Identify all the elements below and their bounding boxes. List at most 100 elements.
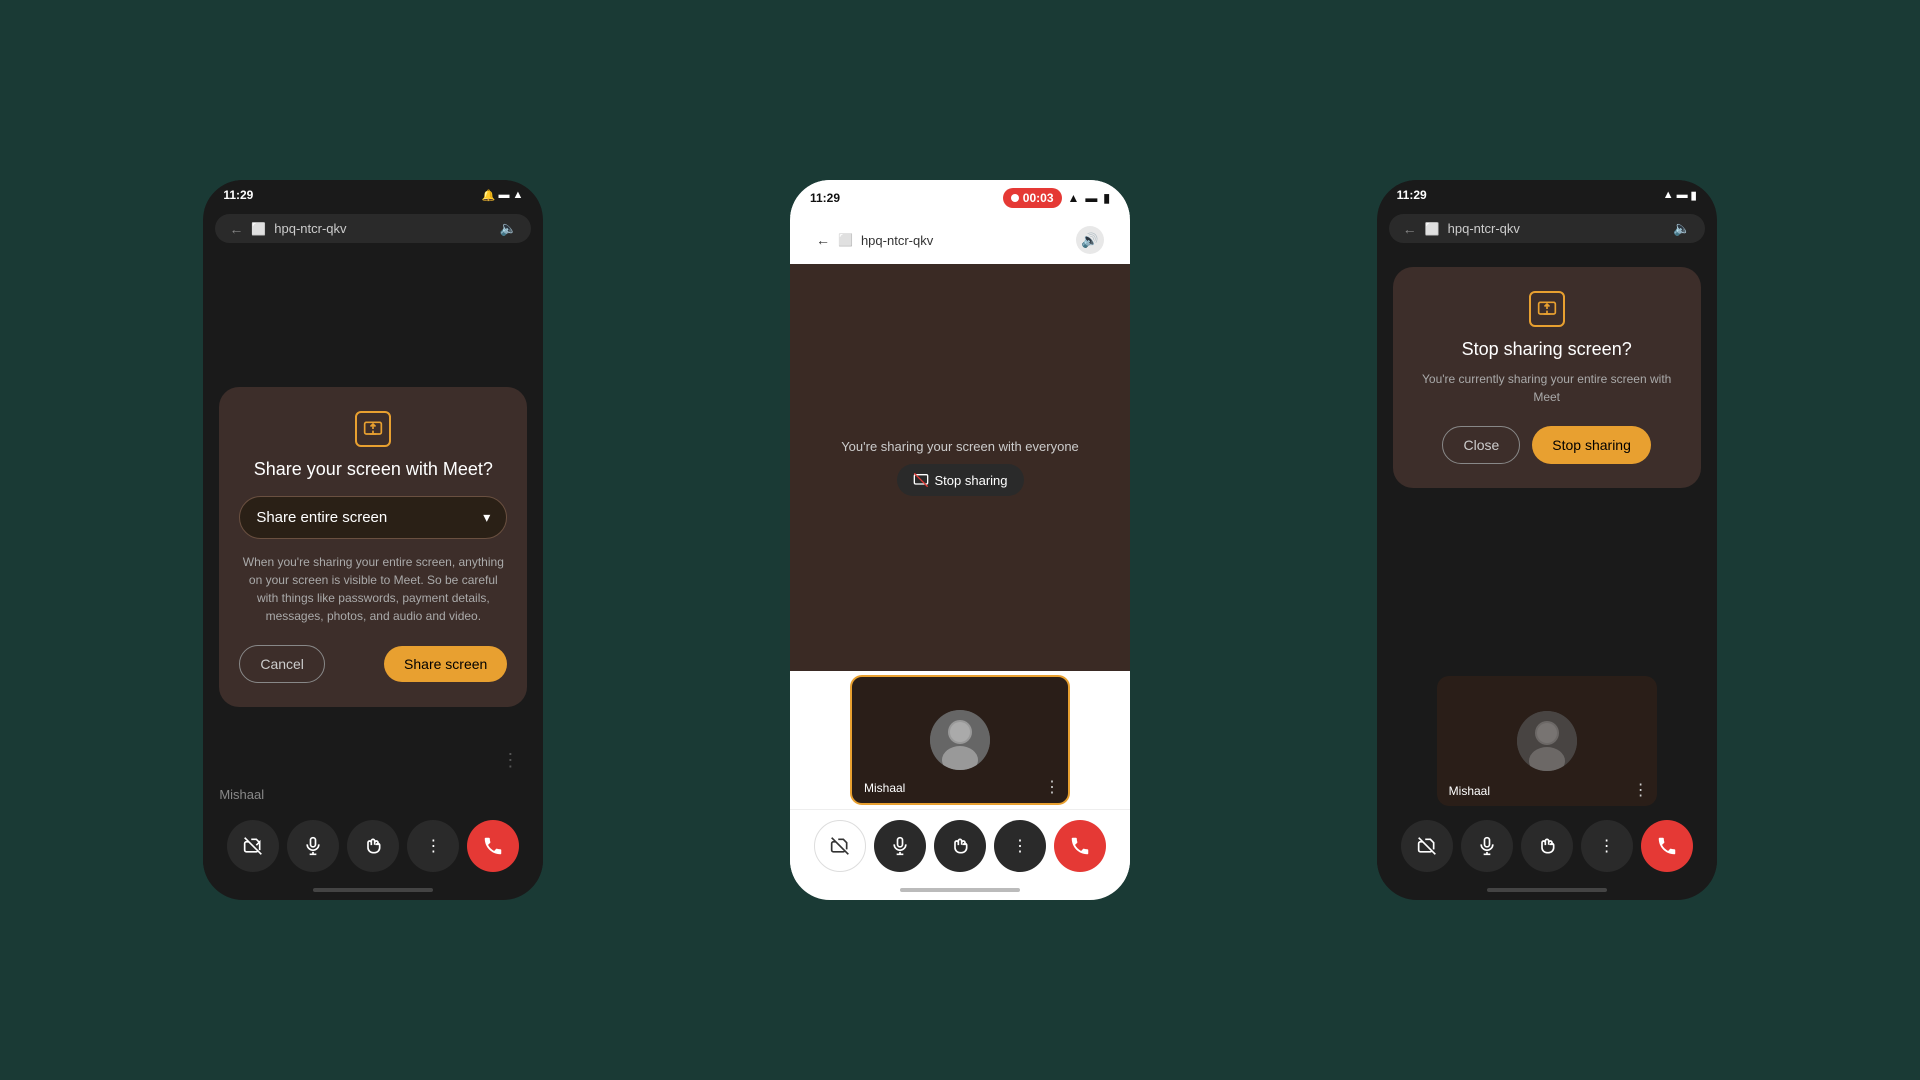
time-2: 11:29 bbox=[810, 191, 840, 205]
battery-icon-3: ▮ bbox=[1691, 189, 1697, 202]
end-call-button-2[interactable] bbox=[1054, 820, 1106, 872]
sharing-text: You're sharing your screen with everyone bbox=[841, 439, 1079, 454]
three-dots-icon-1[interactable]: ⋮ bbox=[493, 746, 527, 775]
share-dialog: Share your screen with Meet? Share entir… bbox=[219, 387, 527, 707]
url-3: hpq-ntcr-qkv bbox=[1448, 221, 1666, 236]
battery-icon-2: ▮ bbox=[1103, 191, 1110, 205]
status-bar-1: 11:29 🔔 ▬ ▲ bbox=[203, 180, 543, 210]
participant-more-3[interactable]: ⋮ bbox=[1633, 780, 1649, 800]
recording-time: 00:03 bbox=[1023, 191, 1054, 205]
time-1: 11:29 bbox=[223, 188, 253, 202]
participant-tile-2: Mishaal ⋮ bbox=[850, 675, 1070, 805]
bottom-controls-3: ⋮ bbox=[1377, 810, 1717, 882]
phone1: 11:29 🔔 ▬ ▲ ← ⬜ hpq-ntcr-qkv 🔈 bbox=[203, 180, 543, 900]
phone3-content: Stop sharing screen? You're currently sh… bbox=[1377, 247, 1717, 810]
status-bar-3: 11:29 ▲ ▬ ▮ bbox=[1377, 180, 1717, 210]
phone1-bg: Share your screen with Meet? Share entir… bbox=[203, 247, 543, 742]
phone2: 11:29 00:03 ▲ ▬ ▮ ← ⬜ hpq-ntcr-qkv 🔊 bbox=[790, 180, 1130, 900]
sound-icon-3[interactable]: 🔈 bbox=[1673, 220, 1690, 237]
sound-icon-2: 🔊 bbox=[1081, 232, 1098, 249]
stop-dialog-buttons: Close Stop sharing bbox=[1413, 426, 1681, 464]
share-screen-icon bbox=[355, 411, 391, 447]
phone1-wrapper: 11:29 🔔 ▬ ▲ ← ⬜ hpq-ntcr-qkv 🔈 bbox=[80, 180, 667, 900]
phone3-wrapper: 11:29 ▲ ▬ ▮ ← ⬜ hpq-ntcr-qkv 🔈 bbox=[1253, 180, 1840, 900]
end-call-button-1[interactable] bbox=[467, 820, 519, 872]
sound-icon-1[interactable]: 🔈 bbox=[500, 220, 517, 237]
camera-off-button-3[interactable] bbox=[1401, 820, 1453, 872]
bottom-controls-1: ⋮ bbox=[203, 810, 543, 882]
sound-btn-2[interactable]: 🔊 bbox=[1076, 226, 1104, 254]
share-icon-wrapper bbox=[239, 411, 507, 447]
more-button-3[interactable]: ⋮ bbox=[1581, 820, 1633, 872]
wifi-icon: ▲ bbox=[512, 189, 523, 201]
camera-off-button-1[interactable] bbox=[227, 820, 279, 872]
participant-name-2: Mishaal bbox=[864, 781, 905, 795]
home-indicator-1 bbox=[313, 888, 433, 892]
home-indicator-3 bbox=[1487, 888, 1607, 892]
phone3: 11:29 ▲ ▬ ▮ ← ⬜ hpq-ntcr-qkv 🔈 bbox=[1377, 180, 1717, 900]
signal-icon-3: ▬ bbox=[1677, 189, 1688, 201]
close-button[interactable]: Close bbox=[1442, 426, 1520, 464]
share-warning-text: When you're sharing your entire screen, … bbox=[239, 553, 507, 625]
dropdown-arrow-icon: ▾ bbox=[483, 509, 490, 526]
stop-sharing-label: Stop sharing bbox=[935, 473, 1008, 488]
participant-tile-3: Mishaal ⋮ bbox=[1437, 676, 1657, 806]
time-3: 11:29 bbox=[1397, 188, 1427, 202]
avatar-2 bbox=[930, 710, 990, 770]
back-arrow-1[interactable]: ← bbox=[229, 221, 243, 237]
status-icons-3: ▲ ▬ ▮ bbox=[1663, 189, 1697, 202]
share-dialog-title: Share your screen with Meet? bbox=[239, 459, 507, 480]
stop-sharing-dialog: Stop sharing screen? You're currently sh… bbox=[1393, 267, 1701, 488]
tab-icon-1: ⬜ bbox=[251, 222, 266, 236]
notification-icon: 🔔 bbox=[482, 189, 496, 202]
rec-dot bbox=[1011, 194, 1019, 202]
battery-icon: ▬ bbox=[498, 189, 509, 201]
phone3-lower: Mishaal ⋮ bbox=[1377, 498, 1717, 810]
tab-icon-2: ⬜ bbox=[838, 233, 853, 247]
share-dropdown-value: Share entire screen bbox=[256, 509, 387, 526]
stop-share-icon bbox=[1529, 291, 1565, 327]
more-button-1[interactable]: ⋮ bbox=[407, 820, 459, 872]
participant-name-1: Mishaal bbox=[203, 779, 543, 810]
stop-icon-wrapper bbox=[1413, 291, 1681, 327]
phone1-content: Share your screen with Meet? Share entir… bbox=[203, 247, 543, 742]
stop-dialog-desc: You're currently sharing your entire scr… bbox=[1413, 370, 1681, 406]
mic-button-1[interactable] bbox=[287, 820, 339, 872]
stop-share-button[interactable]: Stop sharing bbox=[1532, 426, 1651, 464]
status-right-2: 00:03 ▲ ▬ ▮ bbox=[1003, 188, 1110, 208]
share-screen-button[interactable]: Share screen bbox=[384, 646, 507, 682]
wifi-icon-2: ▲ bbox=[1068, 191, 1080, 205]
back-arrow-2[interactable]: ← bbox=[816, 232, 830, 248]
hand-button-3[interactable] bbox=[1521, 820, 1573, 872]
address-bar-2[interactable]: ← ⬜ hpq-ntcr-qkv 🔊 bbox=[802, 220, 1118, 260]
more-options-1: ⋮ bbox=[203, 742, 543, 779]
screens-container: 11:29 🔔 ▬ ▲ ← ⬜ hpq-ntcr-qkv 🔈 bbox=[0, 0, 1920, 1080]
participant-more-2[interactable]: ⋮ bbox=[1044, 777, 1060, 797]
back-arrow-3[interactable]: ← bbox=[1403, 221, 1417, 237]
tab-icon-3: ⬜ bbox=[1425, 222, 1440, 236]
home-indicator-2 bbox=[900, 888, 1020, 892]
signal-icon-2: ▬ bbox=[1085, 191, 1097, 205]
wifi-icon-3: ▲ bbox=[1663, 189, 1674, 201]
hand-button-1[interactable] bbox=[347, 820, 399, 872]
avatar-3 bbox=[1517, 711, 1577, 771]
hand-button-2[interactable] bbox=[934, 820, 986, 872]
status-icons-1: 🔔 ▬ ▲ bbox=[482, 189, 524, 202]
status-bar-2: 11:29 00:03 ▲ ▬ ▮ bbox=[790, 180, 1130, 216]
camera-off-button-2[interactable] bbox=[814, 820, 866, 872]
share-dropdown[interactable]: Share entire screen ▾ bbox=[239, 496, 507, 539]
cancel-button[interactable]: Cancel bbox=[239, 645, 325, 683]
more-button-2[interactable]: ⋮ bbox=[994, 820, 1046, 872]
end-call-button-3[interactable] bbox=[1641, 820, 1693, 872]
url-2: hpq-ntcr-qkv bbox=[861, 233, 1068, 248]
address-bar-1[interactable]: ← ⬜ hpq-ntcr-qkv 🔈 bbox=[215, 214, 531, 243]
address-bar-3[interactable]: ← ⬜ hpq-ntcr-qkv 🔈 bbox=[1389, 214, 1705, 243]
stop-sharing-button[interactable]: Stop sharing bbox=[897, 464, 1024, 496]
mic-button-2[interactable] bbox=[874, 820, 926, 872]
phone2-wrapper: 11:29 00:03 ▲ ▬ ▮ ← ⬜ hpq-ntcr-qkv 🔊 bbox=[667, 180, 1254, 900]
share-dialog-buttons: Cancel Share screen bbox=[239, 645, 507, 683]
mic-button-3[interactable] bbox=[1461, 820, 1513, 872]
sharing-area: You're sharing your screen with everyone… bbox=[790, 264, 1130, 671]
url-1: hpq-ntcr-qkv bbox=[274, 221, 492, 236]
stop-dialog-title: Stop sharing screen? bbox=[1413, 339, 1681, 360]
